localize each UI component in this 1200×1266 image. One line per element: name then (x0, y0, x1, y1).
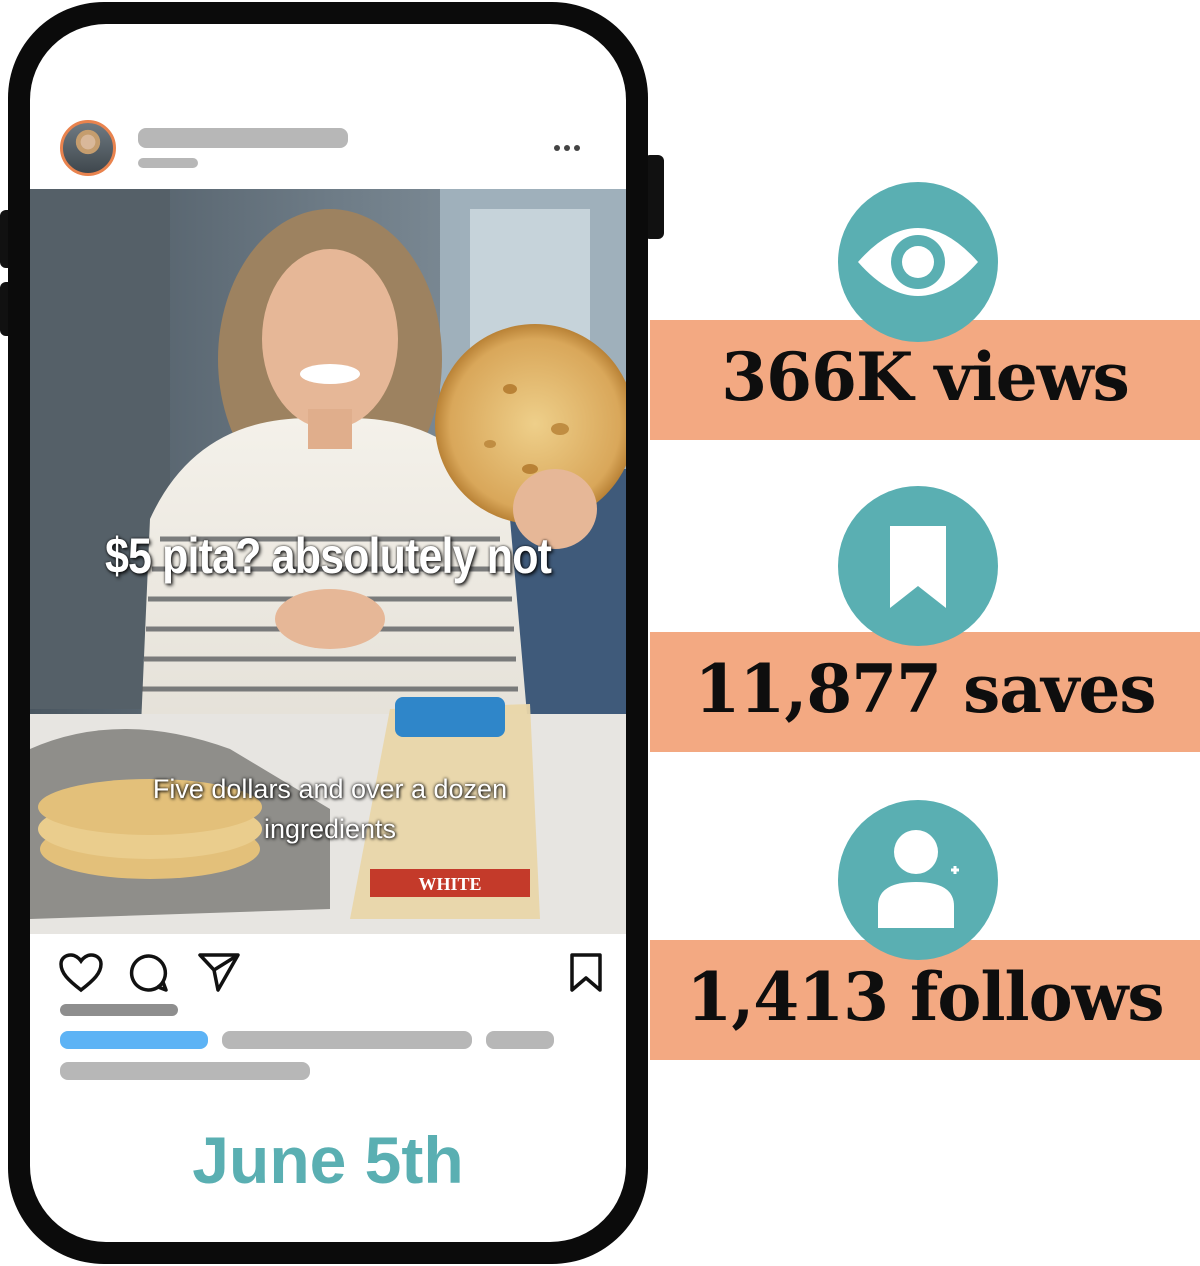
stat-follows: 1,413 follows (686, 958, 1164, 1036)
caption-placeholder-2 (486, 1031, 554, 1049)
phone-frame: WHITE $5 pita? absolutely not Five dolla… (8, 2, 648, 1264)
stat-views: 366K views (721, 338, 1130, 416)
caption-placeholder-1 (222, 1031, 472, 1049)
post-header (30, 24, 626, 189)
heart-icon[interactable] (58, 952, 104, 994)
stat-saves: 11,877 saves (694, 650, 1157, 728)
username-placeholder[interactable] (138, 128, 348, 148)
phone-screen: WHITE $5 pita? absolutely not Five dolla… (30, 24, 626, 1242)
stat-circle-saves (838, 486, 998, 646)
comment-icon[interactable] (128, 952, 170, 994)
add-user-icon (878, 830, 959, 928)
comments-placeholder (60, 1062, 310, 1080)
caption-link-placeholder[interactable] (60, 1031, 208, 1049)
stat-circle-follows (838, 800, 998, 960)
bag-label: WHITE (418, 874, 481, 894)
likes-placeholder (60, 1004, 178, 1016)
avatar[interactable] (60, 120, 116, 176)
video-subtitle: Five dollars and over a dozen ingredient… (152, 774, 508, 844)
post-date: June 5th (192, 1123, 464, 1197)
share-icon[interactable] (196, 950, 242, 994)
post-actions (30, 934, 626, 1014)
stat-circle-views (838, 182, 998, 342)
more-icon[interactable] (550, 138, 584, 158)
bookmark-icon[interactable] (568, 952, 604, 994)
eye-icon (858, 228, 978, 296)
bookmark-icon (890, 526, 946, 608)
post-video[interactable]: WHITE $5 pita? absolutely not Five dolla… (30, 189, 626, 934)
video-caption-title: $5 pita? absolutely not (104, 528, 552, 584)
subtitle-placeholder (138, 158, 198, 168)
